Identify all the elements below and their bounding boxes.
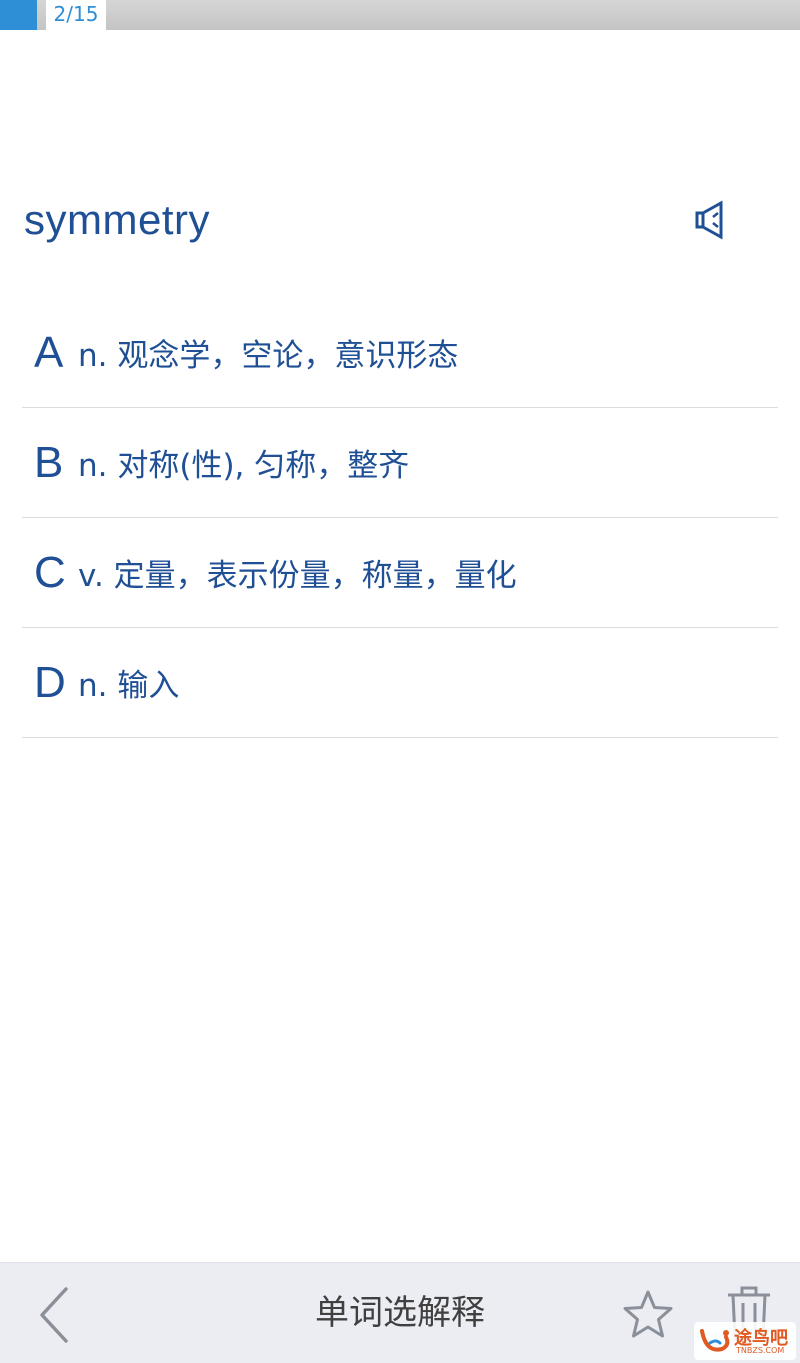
bird-logo-icon <box>700 1329 730 1352</box>
option-text: v. 定量，表示份量，称量，量化 <box>78 558 517 594</box>
option-letter: D <box>34 657 66 707</box>
word-quiz-screen: 2/15 symmetry A n. 观念学，空论，意识形态 B n. 对称(性… <box>0 0 800 1363</box>
bottom-toolbar: 单词选解释 <box>0 1262 800 1363</box>
option-c[interactable]: C v. 定量，表示份量，称量，量化 <box>22 518 778 628</box>
option-a[interactable]: A n. 观念学，空论，意识形态 <box>22 298 778 408</box>
progress-label: 2/15 <box>46 0 106 30</box>
answer-options: A n. 观念学，空论，意识形态 B n. 对称(性), 匀称，整齐 C v. … <box>22 298 778 738</box>
watermark-sub: TNBZS.COM <box>736 1346 785 1355</box>
speaker-icon <box>695 200 723 240</box>
progress-bar: 2/15 <box>0 0 800 30</box>
progress-fill <box>0 0 37 30</box>
option-text: n. 观念学，空论，意识形态 <box>78 338 459 374</box>
option-letter: A <box>34 327 64 377</box>
option-letter: B <box>34 437 64 487</box>
option-text: n. 对称(性), 匀称，整齐 <box>78 448 410 484</box>
speaker-button[interactable] <box>690 198 734 242</box>
option-d[interactable]: D n. 输入 <box>22 628 778 738</box>
star-icon <box>623 1290 673 1338</box>
option-letter: C <box>34 547 66 597</box>
option-text: n. 输入 <box>78 668 180 704</box>
toolbar-title: 单词选解释 <box>315 1293 485 1333</box>
back-button[interactable] <box>30 1285 80 1345</box>
watermark-logo: 途鸟吧 TNBZS.COM <box>694 1322 796 1360</box>
favorite-button[interactable] <box>620 1287 676 1343</box>
chevron-left-icon <box>40 1287 68 1343</box>
quiz-word: symmetry <box>24 196 210 243</box>
option-b[interactable]: B n. 对称(性), 匀称，整齐 <box>22 408 778 518</box>
